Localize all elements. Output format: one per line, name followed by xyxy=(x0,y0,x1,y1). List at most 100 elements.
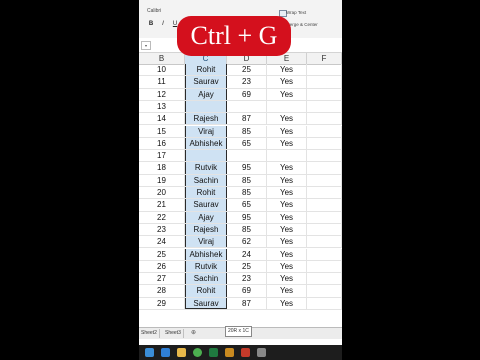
cell-f[interactable] xyxy=(307,211,342,223)
merge-center-button[interactable]: Merge & Center xyxy=(286,22,318,27)
font-name-box[interactable]: Calibri xyxy=(147,8,161,14)
column-header-f[interactable]: F xyxy=(307,53,342,64)
cell-f[interactable] xyxy=(307,64,342,76)
cell-d[interactable]: 69 xyxy=(227,285,267,297)
cell-f[interactable] xyxy=(307,273,342,285)
windows-start-icon[interactable] xyxy=(145,348,154,357)
cell-e[interactable]: Yes xyxy=(267,137,307,150)
cell-d[interactable] xyxy=(227,100,267,113)
cell-e[interactable]: Yes xyxy=(267,174,307,186)
cell-d[interactable] xyxy=(227,150,267,162)
tab-sheet2[interactable]: Sheet2 xyxy=(139,329,160,338)
cell-e[interactable]: Yes xyxy=(267,223,307,236)
cell-c[interactable]: Abhishek xyxy=(185,137,227,150)
cell-b[interactable]: 13 xyxy=(139,100,185,113)
cell-f[interactable] xyxy=(307,113,342,125)
cell-b[interactable]: 22 xyxy=(139,211,185,223)
cell-d[interactable]: 25 xyxy=(227,260,267,273)
cell-e[interactable]: Yes xyxy=(267,76,307,88)
cell-f[interactable] xyxy=(307,100,342,113)
cell-b[interactable]: 10 xyxy=(139,64,185,76)
record-icon[interactable] xyxy=(241,348,250,357)
cell-b[interactable]: 21 xyxy=(139,199,185,211)
add-sheet-icon[interactable]: ⊕ xyxy=(191,329,196,338)
cell-d[interactable]: 85 xyxy=(227,223,267,236)
cell-e[interactable]: Yes xyxy=(267,125,307,137)
cell-b[interactable]: 14 xyxy=(139,113,185,125)
cell-d[interactable]: 69 xyxy=(227,88,267,100)
column-header-b[interactable]: B xyxy=(139,53,185,64)
cell-c[interactable] xyxy=(185,150,227,162)
cell-b[interactable]: 24 xyxy=(139,236,185,248)
file-explorer-icon[interactable] xyxy=(177,348,186,357)
cell-e[interactable]: Yes xyxy=(267,211,307,223)
cell-e[interactable]: Yes xyxy=(267,64,307,76)
cell-c[interactable]: Viraj xyxy=(185,125,227,137)
cell-d[interactable]: 95 xyxy=(227,162,267,174)
cell-d[interactable]: 23 xyxy=(227,273,267,285)
dropdown-icon[interactable]: ▾ xyxy=(141,41,151,50)
cell-f[interactable] xyxy=(307,162,342,174)
cell-b[interactable]: 26 xyxy=(139,260,185,273)
cell-d[interactable]: 85 xyxy=(227,125,267,137)
cell-d[interactable]: 62 xyxy=(227,236,267,248)
cell-b[interactable]: 23 xyxy=(139,223,185,236)
bold-button[interactable]: B xyxy=(147,20,155,28)
cell-e[interactable] xyxy=(267,150,307,162)
cell-c[interactable]: Rutvik xyxy=(185,162,227,174)
cell-c[interactable]: Sachin xyxy=(185,273,227,285)
cell-c[interactable]: Saurav xyxy=(185,76,227,88)
cell-f[interactable] xyxy=(307,285,342,297)
cell-e[interactable]: Yes xyxy=(267,187,307,199)
cell-e[interactable]: Yes xyxy=(267,199,307,211)
cell-b[interactable]: 16 xyxy=(139,137,185,150)
cell-d[interactable]: 95 xyxy=(227,211,267,223)
cell-f[interactable] xyxy=(307,199,342,211)
cell-e[interactable]: Yes xyxy=(267,285,307,297)
cell-f[interactable] xyxy=(307,236,342,248)
cell-c[interactable]: Viraj xyxy=(185,236,227,248)
cell-d[interactable]: 85 xyxy=(227,174,267,186)
cell-c[interactable]: Sachin xyxy=(185,174,227,186)
wrap-text-button[interactable]: Wrap Text xyxy=(286,10,306,15)
cell-d[interactable]: 24 xyxy=(227,248,267,260)
cell-d[interactable]: 65 xyxy=(227,199,267,211)
cell-b[interactable]: 29 xyxy=(139,297,185,309)
cell-f[interactable] xyxy=(307,187,342,199)
cell-c[interactable]: Rajesh xyxy=(185,113,227,125)
cell-b[interactable]: 27 xyxy=(139,273,185,285)
italic-button[interactable]: I xyxy=(159,20,167,28)
cell-e[interactable]: Yes xyxy=(267,88,307,100)
cell-c[interactable]: Saurav xyxy=(185,297,227,309)
app-icon[interactable] xyxy=(257,348,266,357)
cell-b[interactable]: 20 xyxy=(139,187,185,199)
cell-c[interactable]: Rohit xyxy=(185,187,227,199)
cell-b[interactable]: 12 xyxy=(139,88,185,100)
cell-e[interactable]: Yes xyxy=(267,113,307,125)
cell-b[interactable]: 25 xyxy=(139,248,185,260)
cell-b[interactable]: 28 xyxy=(139,285,185,297)
cell-d[interactable]: 25 xyxy=(227,64,267,76)
cell-b[interactable]: 18 xyxy=(139,162,185,174)
cell-c[interactable]: Rohit xyxy=(185,64,227,76)
cell-e[interactable]: Yes xyxy=(267,248,307,260)
cell-f[interactable] xyxy=(307,260,342,273)
cell-c[interactable]: Saurav xyxy=(185,199,227,211)
cell-f[interactable] xyxy=(307,76,342,88)
cell-c[interactable]: Rutvik xyxy=(185,260,227,273)
cell-f[interactable] xyxy=(307,137,342,150)
cell-b[interactable]: 19 xyxy=(139,174,185,186)
cell-f[interactable] xyxy=(307,248,342,260)
cell-c[interactable]: Abhishek xyxy=(185,248,227,260)
edge-browser-icon[interactable] xyxy=(161,348,170,357)
tab-sheet3[interactable]: Sheet3 xyxy=(163,329,184,338)
excel-icon[interactable] xyxy=(209,348,218,357)
cell-f[interactable] xyxy=(307,88,342,100)
cell-e[interactable] xyxy=(267,100,307,113)
cell-d[interactable]: 23 xyxy=(227,76,267,88)
cell-e[interactable]: Yes xyxy=(267,260,307,273)
cell-b[interactable]: 15 xyxy=(139,125,185,137)
cell-e[interactable]: Yes xyxy=(267,297,307,309)
cell-f[interactable] xyxy=(307,125,342,137)
cell-c[interactable]: Rajesh xyxy=(185,223,227,236)
